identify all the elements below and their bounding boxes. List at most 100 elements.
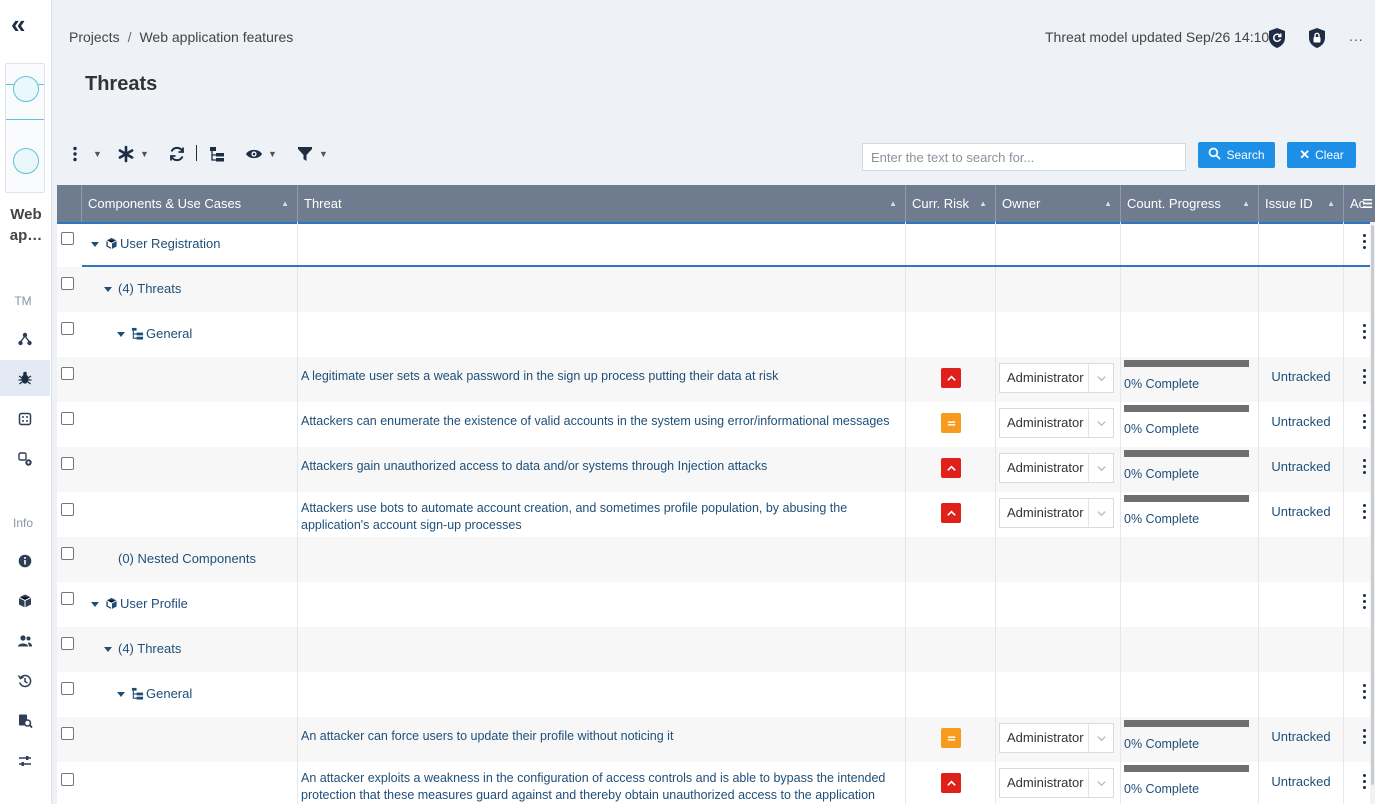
category-node[interactable]: General [117, 686, 192, 701]
column-header-issue-id[interactable]: Issue ID ▲ [1259, 185, 1344, 222]
row-checkbox[interactable] [61, 592, 74, 605]
column-menu-icon[interactable] [1362, 197, 1373, 211]
caret-down-icon[interactable] [104, 287, 112, 293]
chevron-down-icon[interactable] [1088, 409, 1113, 437]
more-options-icon[interactable]: ... [1349, 28, 1364, 44]
caret-down-icon[interactable] [117, 332, 125, 338]
table-row[interactable]: Attackers use bots to automate account c… [57, 492, 1370, 537]
search-document-icon[interactable] [0, 703, 50, 739]
threats-bug-icon[interactable] [0, 360, 50, 396]
table-row[interactable]: General [57, 312, 1370, 357]
threat-group-node[interactable]: (4) Threats [104, 281, 181, 296]
caret-down-icon[interactable] [91, 242, 99, 248]
users-icon[interactable] [0, 623, 50, 659]
table-row[interactable]: Attackers gain unauthorized access to da… [57, 447, 1370, 492]
clear-button[interactable]: ✕ Clear [1287, 142, 1356, 168]
sliders-icon[interactable] [0, 743, 50, 779]
table-row[interactable]: Attackers can enumerate the existence of… [57, 402, 1370, 447]
search-button[interactable]: Search [1198, 142, 1275, 168]
issue-id-link[interactable]: Untracked [1259, 729, 1343, 744]
threat-link[interactable]: A legitimate user sets a weak password i… [301, 368, 891, 385]
chevron-down-icon[interactable] [1088, 364, 1113, 392]
search-input[interactable] [862, 143, 1186, 171]
refresh-shield-icon[interactable] [1267, 27, 1287, 49]
issue-id-link[interactable]: Untracked [1259, 459, 1343, 474]
owner-select[interactable]: Administrator [999, 453, 1114, 483]
visibility-menu-button[interactable]: ▼ [245, 143, 277, 165]
row-checkbox[interactable] [61, 322, 74, 335]
row-checkbox[interactable] [61, 682, 74, 695]
actions-menu-button[interactable]: ▼ [70, 143, 102, 165]
row-checkbox[interactable] [61, 637, 74, 650]
component-node[interactable]: User Registration [91, 236, 220, 251]
table-row[interactable]: (4) Threats [57, 267, 1370, 312]
table-row[interactable]: An attacker can force users to update th… [57, 717, 1370, 762]
threat-link[interactable]: Attackers can enumerate the existence of… [301, 413, 891, 430]
table-row[interactable]: User Registration [57, 222, 1370, 267]
table-row[interactable]: User Profile [57, 582, 1370, 627]
table-row[interactable]: (4) Threats [57, 627, 1370, 672]
scrollbar-thumb[interactable] [1371, 225, 1374, 785]
issue-id-link[interactable]: Untracked [1259, 369, 1343, 384]
row-actions-icon[interactable] [1360, 324, 1370, 344]
compliance-settings-icon[interactable] [0, 441, 50, 477]
caret-down-icon[interactable] [117, 692, 125, 698]
component-node[interactable]: User Profile [91, 596, 188, 611]
table-row[interactable]: (0) Nested Components [57, 537, 1370, 582]
nested-components-node[interactable]: (0) Nested Components [118, 551, 256, 566]
row-checkbox[interactable] [61, 503, 74, 516]
column-header-threat[interactable]: Threat ▲ [298, 185, 906, 222]
row-actions-icon[interactable] [1360, 369, 1370, 389]
row-actions-icon[interactable] [1360, 504, 1370, 524]
owner-select[interactable]: Administrator [999, 498, 1114, 528]
row-actions-icon[interactable] [1360, 414, 1370, 434]
issue-id-link[interactable]: Untracked [1259, 414, 1343, 429]
owner-select[interactable]: Administrator [999, 363, 1114, 393]
history-icon[interactable] [0, 663, 50, 699]
row-checkbox[interactable] [61, 277, 74, 290]
threat-link[interactable]: Attackers gain unauthorized access to da… [301, 458, 891, 475]
countermeasures-icon[interactable] [0, 401, 50, 437]
threat-link[interactable]: An attacker exploits a weakness in the c… [301, 770, 891, 804]
lock-shield-icon[interactable] [1307, 27, 1327, 49]
issue-id-link[interactable]: Untracked [1259, 774, 1343, 789]
column-header-owner[interactable]: Owner ▲ [996, 185, 1121, 222]
row-checkbox[interactable] [61, 412, 74, 425]
row-actions-icon[interactable] [1360, 459, 1370, 479]
info-icon[interactable] [0, 543, 50, 579]
chevron-down-icon[interactable] [1088, 769, 1113, 797]
chevron-down-icon[interactable] [1088, 454, 1113, 482]
owner-select[interactable]: Administrator [999, 768, 1114, 798]
row-actions-icon[interactable] [1360, 774, 1370, 794]
chevron-down-icon[interactable] [1088, 724, 1113, 752]
row-checkbox[interactable] [61, 232, 74, 245]
row-actions-icon[interactable] [1360, 234, 1370, 254]
diagram-thumbnail[interactable] [5, 63, 45, 193]
category-node[interactable]: General [117, 326, 192, 341]
row-checkbox[interactable] [61, 457, 74, 470]
collapse-sidebar-icon[interactable]: « [11, 11, 39, 37]
row-checkbox[interactable] [61, 727, 74, 740]
row-actions-icon[interactable] [1360, 594, 1370, 614]
column-header-current-risk[interactable]: Curr. Risk ▲ [906, 185, 996, 222]
row-actions-icon[interactable] [1360, 729, 1370, 749]
row-checkbox[interactable] [61, 773, 74, 786]
asterisk-menu-button[interactable]: ▼ [117, 143, 149, 165]
breadcrumb-projects-link[interactable]: Projects [69, 29, 120, 45]
chevron-down-icon[interactable] [1088, 499, 1113, 527]
hierarchy-view-button[interactable] [208, 143, 226, 165]
row-actions-icon[interactable] [1360, 684, 1370, 704]
caret-down-icon[interactable] [104, 647, 112, 653]
threat-link[interactable]: Attackers use bots to automate account c… [301, 500, 891, 534]
column-header-countermeasure-progress[interactable]: Count. Progress ▲ [1121, 185, 1259, 222]
table-row[interactable]: A legitimate user sets a weak password i… [57, 357, 1370, 402]
refresh-button[interactable] [168, 143, 186, 165]
threat-link[interactable]: An attacker can force users to update th… [301, 728, 891, 745]
table-row[interactable]: General [57, 672, 1370, 717]
threat-group-node[interactable]: (4) Threats [104, 641, 181, 656]
column-header-components[interactable]: Components & Use Cases ▲ [82, 185, 298, 222]
breadcrumb-current[interactable]: Web application features [139, 29, 293, 45]
row-checkbox[interactable] [61, 547, 74, 560]
table-row[interactable]: An attacker exploits a weakness in the c… [57, 762, 1370, 804]
owner-select[interactable]: Administrator [999, 408, 1114, 438]
